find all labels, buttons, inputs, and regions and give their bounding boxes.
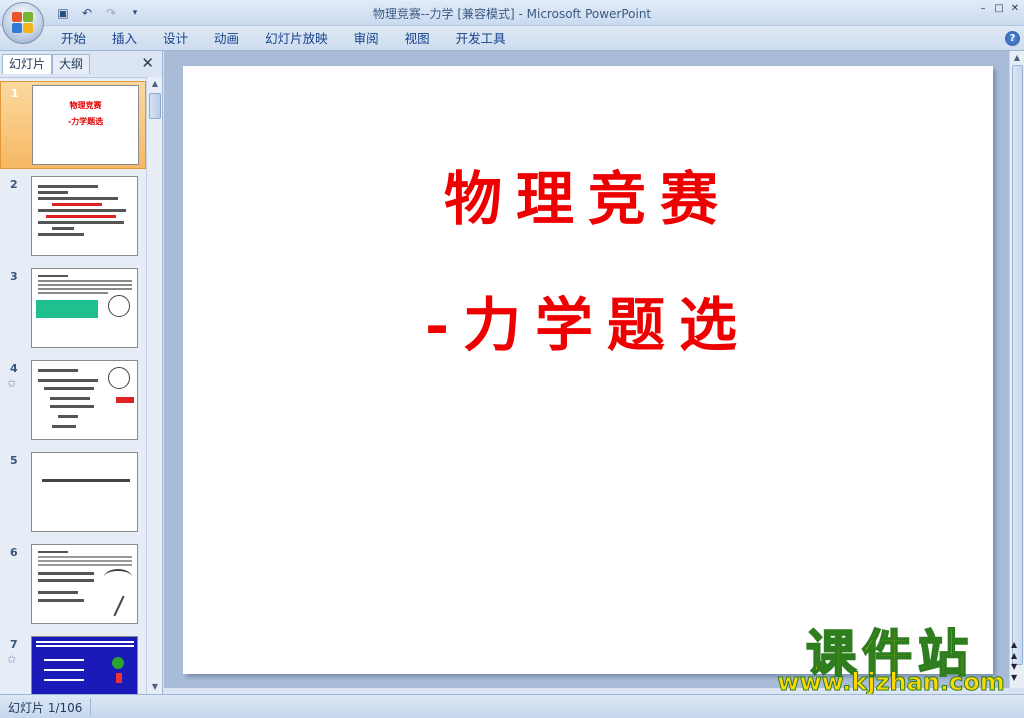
- title-bar: ▣ ↶ ↷ ▾ 物理竞赛--力学 [兼容模式] - Microsoft Powe…: [0, 0, 1024, 44]
- scrollbar-thumb[interactable]: [149, 93, 161, 119]
- current-slide[interactable]: 物理竞赛 -力学题选: [183, 66, 993, 674]
- slide-thumbnail-5[interactable]: 5: [0, 449, 146, 537]
- tab-insert[interactable]: 插入: [99, 30, 150, 48]
- thumbnail-preview: [31, 176, 138, 256]
- thumb-title-line2: -力学题选: [67, 117, 104, 126]
- slide-title-line2[interactable]: -力学题选: [183, 278, 993, 362]
- panel-tabs: 幻灯片 大纲: [2, 54, 91, 74]
- thumbnail-preview: [31, 268, 138, 348]
- slide-counter: 幻灯片 1/106: [8, 701, 83, 715]
- slide-thumbnail-4[interactable]: 4 ✩: [0, 357, 146, 445]
- scrollbar-thumb[interactable]: [1012, 65, 1023, 665]
- slide-nav: ▲ ▲ ▼ ▼: [1011, 640, 1017, 682]
- next-slide-icon[interactable]: ▼: [1011, 662, 1017, 671]
- ribbon: 开始 插入 设计 动画 幻灯片放映 审阅 视图 开发工具 ?: [0, 26, 1024, 51]
- thumb-title-line1: 物理竞赛: [69, 101, 102, 110]
- thumbnail-preview: [31, 544, 138, 624]
- slide-number: 5: [10, 454, 18, 467]
- tab-slides[interactable]: 幻灯片: [2, 54, 53, 74]
- slide-thumbnail-6[interactable]: 6: [0, 541, 146, 629]
- slide-title-line1[interactable]: 物理竞赛: [183, 152, 993, 236]
- slides-panel: 幻灯片 大纲 ✕ 1 物理竞赛 -力学题选 2 3 4 ✩ 5 6 7 ✩ ▲ …: [0, 51, 163, 694]
- status-bar: 幻灯片 1/106: [0, 694, 1024, 718]
- thumbnail-preview: [31, 452, 138, 532]
- animation-star-icon: ✩: [7, 653, 17, 666]
- slide-number: 4: [10, 362, 18, 375]
- slide-thumbnail-1[interactable]: 1 物理竞赛 -力学题选: [0, 81, 146, 169]
- animation-star-icon: ✩: [7, 377, 17, 390]
- previous-slide-icon[interactable]: ▲: [1011, 651, 1017, 660]
- tab-developer[interactable]: 开发工具: [443, 30, 519, 48]
- window-title: 物理竞赛--力学 [兼容模式] - Microsoft PowerPoint: [372, 7, 652, 21]
- slide-number: 6: [10, 546, 18, 559]
- tab-animations[interactable]: 动画: [201, 30, 252, 48]
- tab-slideshow[interactable]: 幻灯片放映: [252, 30, 341, 48]
- slide-thumbnail-2[interactable]: 2: [0, 173, 146, 261]
- window-controls: – □ ✕: [976, 2, 1022, 16]
- restore-button[interactable]: □: [992, 2, 1006, 16]
- close-icon[interactable]: ✕: [141, 54, 154, 72]
- close-button[interactable]: ✕: [1008, 2, 1022, 16]
- watermark-en: www.kjzhan.com: [777, 668, 1005, 697]
- office-logo-icon: [12, 12, 34, 34]
- scroll-up-icon[interactable]: ▲: [1010, 51, 1024, 65]
- slide-number: 7: [10, 638, 18, 651]
- tab-design[interactable]: 设计: [150, 30, 201, 48]
- tab-outline[interactable]: 大纲: [52, 54, 91, 74]
- thumbnail-list: 1 物理竞赛 -力学题选 2 3 4 ✩ 5 6 7 ✩: [0, 77, 146, 694]
- slide-number: 1: [11, 87, 19, 100]
- slide-thumbnail-3[interactable]: 3: [0, 265, 146, 353]
- thumbnail-scrollbar[interactable]: ▲ ▼: [146, 77, 162, 694]
- slide-number: 2: [10, 178, 18, 191]
- tab-home[interactable]: 开始: [48, 30, 99, 48]
- tab-view[interactable]: 视图: [392, 30, 443, 48]
- scroll-down-icon[interactable]: ▼: [147, 680, 163, 694]
- watermark-logo: 课件站 www.kjzhan.com: [772, 614, 1008, 697]
- ribbon-tabs: 开始 插入 设计 动画 幻灯片放映 审阅 视图 开发工具: [48, 30, 519, 48]
- slide-number: 3: [10, 270, 18, 283]
- tab-review[interactable]: 审阅: [341, 30, 392, 48]
- thumbnail-preview: [31, 360, 138, 440]
- office-button[interactable]: [2, 2, 44, 44]
- slide-editor: 物理竞赛 -力学题选: [164, 51, 1009, 688]
- previous-slide-icon[interactable]: ▲: [1011, 640, 1017, 649]
- minimize-button[interactable]: –: [976, 2, 990, 16]
- slide-thumbnail-7[interactable]: 7 ✩: [0, 633, 146, 694]
- help-icon[interactable]: ?: [1005, 31, 1020, 46]
- status-separator: [90, 698, 91, 715]
- thumbnail-preview: [31, 636, 138, 694]
- next-slide-icon[interactable]: ▼: [1011, 673, 1017, 682]
- scroll-up-icon[interactable]: ▲: [147, 77, 163, 91]
- thumbnail-preview: 物理竞赛 -力学题选: [32, 85, 139, 165]
- editor-scrollbar[interactable]: ▲: [1009, 51, 1024, 688]
